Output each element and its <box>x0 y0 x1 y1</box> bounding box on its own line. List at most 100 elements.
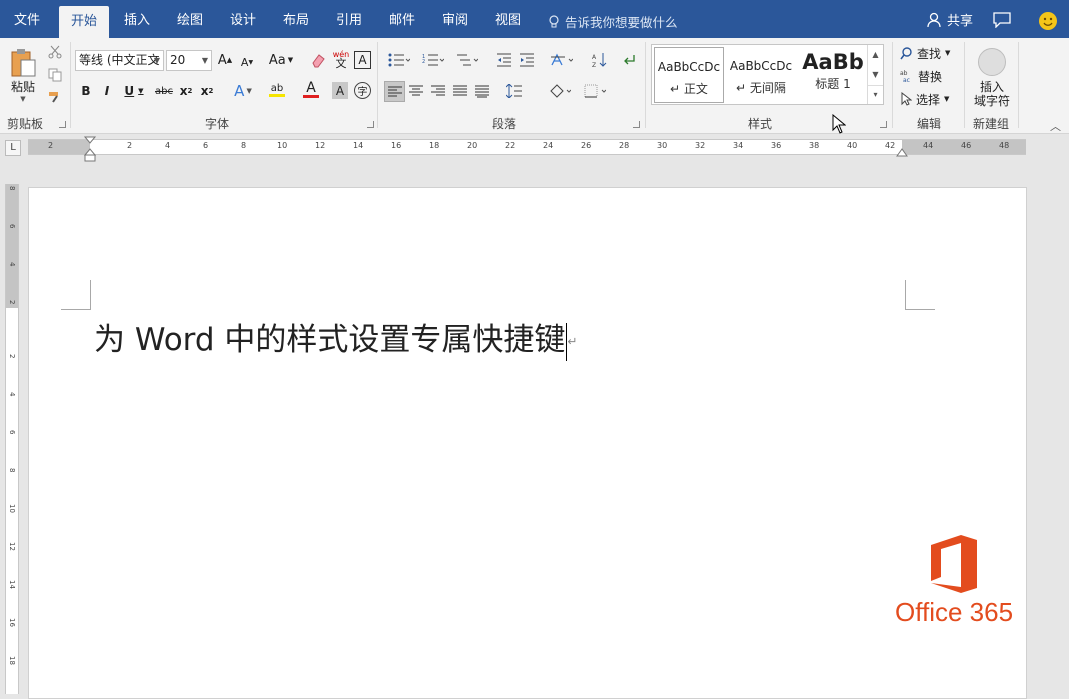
select-button[interactable]: 选择 ▼ <box>900 90 949 108</box>
shading-button[interactable] <box>545 81 575 101</box>
paint-bucket-icon <box>550 84 571 98</box>
scroll-up-icon[interactable]: ▲ <box>868 45 883 65</box>
tab-home[interactable]: 开始 <box>59 6 109 38</box>
scroll-down-icon[interactable]: ▼ <box>868 65 883 85</box>
decrease-indent-button[interactable] <box>494 50 514 70</box>
line-spacing-button[interactable] <box>502 81 532 101</box>
collapse-ribbon-icon[interactable]: ︿ <box>1050 118 1061 134</box>
comments-button[interactable] <box>993 12 1011 32</box>
ruler-number: 22 <box>505 141 516 150</box>
tab-layout[interactable]: 布局 <box>271 0 321 38</box>
insert-field-char-button[interactable]: 插入 域字符 <box>972 46 1012 110</box>
ruler-number: 2 <box>48 141 54 150</box>
circle-icon <box>978 48 1006 76</box>
sort-button[interactable]: AZ <box>590 50 610 70</box>
borders-button[interactable] <box>580 81 610 101</box>
chinese-layout-button[interactable] <box>547 50 577 70</box>
style-preview: AaBbCcDc <box>657 60 721 74</box>
tab-mailings[interactable]: 邮件 <box>377 0 427 38</box>
tab-selector[interactable]: L <box>5 140 21 156</box>
copy-icon <box>48 68 62 82</box>
strikethrough-button[interactable]: abc <box>154 82 174 100</box>
shrink-font-button[interactable]: A ▼ <box>238 52 256 72</box>
character-shading-button[interactable]: A <box>332 82 348 99</box>
chevron-down-icon[interactable]: ▼ <box>202 51 208 70</box>
paste-button[interactable]: 粘贴 ▼ <box>6 44 40 106</box>
cut-button[interactable] <box>46 44 64 60</box>
replace-button[interactable]: ab ac 替换 <box>900 67 942 85</box>
indent-marker-icon[interactable] <box>84 136 96 162</box>
align-right-icon <box>431 85 445 96</box>
text-effects-button[interactable]: A ▼ <box>229 82 257 100</box>
distributed-button[interactable] <box>472 81 492 101</box>
style-heading-1[interactable]: AaBb 标题 1 <box>798 47 868 103</box>
tab-insert[interactable]: 插入 <box>112 0 162 38</box>
paintbrush-icon <box>49 92 58 103</box>
chevron-down-icon[interactable]: ▼ <box>154 51 160 70</box>
ruler-number: 46 <box>961 141 972 150</box>
multilevel-list-button[interactable] <box>452 50 482 70</box>
increase-indent-button[interactable] <box>517 50 537 70</box>
subscript-button[interactable]: x2 <box>178 82 194 100</box>
font-name-input[interactable]: 等线 (中文正文 ▼ <box>75 50 164 71</box>
clipboard-launcher[interactable] <box>59 121 66 128</box>
character-border-button[interactable]: A <box>354 51 371 69</box>
search-icon <box>900 46 912 59</box>
person-icon <box>927 12 941 27</box>
multilevel-list-icon <box>457 54 478 66</box>
tab-references[interactable]: 引用 <box>324 0 374 38</box>
tab-review[interactable]: 审阅 <box>430 0 480 38</box>
format-painter-button[interactable] <box>46 89 64 105</box>
underline-button[interactable]: U ▼ <box>120 82 148 100</box>
tab-view[interactable]: 视图 <box>483 0 533 38</box>
font-launcher[interactable] <box>367 121 374 128</box>
show-marks-button[interactable] <box>620 50 640 70</box>
align-center-button[interactable] <box>406 81 426 101</box>
paragraph-group-label: 段落 <box>492 117 517 131</box>
tell-me-box[interactable]: 告诉我你想要做什么 <box>548 12 678 31</box>
vertical-ruler[interactable]: 8 6 4 2 2 4 6 8 10 12 14 16 18 <box>5 184 19 694</box>
numbering-button[interactable]: 12 <box>418 50 448 70</box>
bullets-button[interactable] <box>384 50 414 70</box>
align-left-button[interactable] <box>384 81 405 102</box>
font-size-input[interactable]: 20 ▼ <box>166 50 212 71</box>
document-body[interactable]: 为 Word 中的样式设置专属快捷键 ↵ <box>94 314 577 361</box>
italic-button[interactable]: I <box>99 82 115 100</box>
ruler-number: 26 <box>581 141 592 150</box>
enclose-characters-button[interactable]: 字 <box>354 82 371 99</box>
copy-button[interactable] <box>46 67 64 83</box>
divider <box>1018 42 1019 128</box>
font-color-button[interactable]: A <box>296 80 326 100</box>
share-button[interactable]: 共享 <box>926 10 973 29</box>
bold-button[interactable]: B <box>78 82 94 100</box>
ruler-number: 4 <box>8 262 16 267</box>
font-group-label: 字体 <box>205 117 230 131</box>
tab-file[interactable]: 文件 <box>0 0 54 38</box>
phonetic-guide-button[interactable]: wén 文 <box>331 48 351 70</box>
grow-font-button[interactable]: A ▲ <box>216 50 234 70</box>
document-page[interactable]: 为 Word 中的样式设置专属快捷键 ↵ Office 365 <box>28 187 1027 699</box>
superscript-button[interactable]: x2 <box>199 82 215 100</box>
style-no-spacing[interactable]: AaBbCcDc ↵ 无间隔 <box>726 47 796 103</box>
feedback-smiley-icon[interactable] <box>1039 12 1057 30</box>
clear-formatting-button[interactable] <box>308 50 328 70</box>
find-button[interactable]: 查找 ▼ <box>900 44 950 62</box>
justify-icon <box>453 85 467 96</box>
style-preview: AaBb <box>802 50 864 74</box>
style-normal[interactable]: AaBbCcDc ↵ 正文 <box>654 47 724 103</box>
highlight-color-button[interactable]: ab <box>262 80 292 100</box>
tab-draw[interactable]: 绘图 <box>165 0 215 38</box>
align-right-button[interactable] <box>428 81 448 101</box>
paste-dropdown-icon[interactable]: ▼ <box>20 95 25 103</box>
more-styles-icon[interactable]: ▾ <box>868 85 883 103</box>
tab-design[interactable]: 设计 <box>218 0 268 38</box>
horizontal-ruler[interactable]: 2 2 4 6 8 10 12 14 16 18 20 22 24 26 28 … <box>28 139 1026 155</box>
ruler-number: 2 <box>127 141 133 150</box>
styles-launcher[interactable] <box>880 121 887 128</box>
right-indent-marker-icon[interactable] <box>896 147 908 157</box>
justify-button[interactable] <box>450 81 470 101</box>
ruler-number: 32 <box>695 141 706 150</box>
paragraph-launcher[interactable] <box>633 121 640 128</box>
insert-field-label-2: 域字符 <box>973 94 1010 108</box>
change-case-button[interactable]: Aa ▼ <box>266 50 296 70</box>
